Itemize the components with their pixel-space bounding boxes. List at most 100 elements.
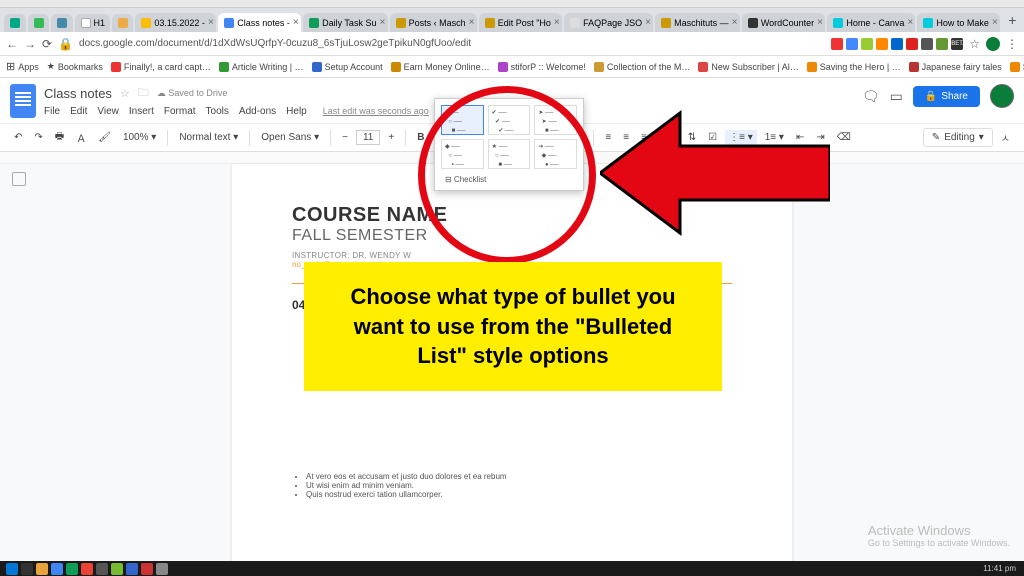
new-tab[interactable]: + xyxy=(1002,8,1022,32)
style-select[interactable]: Normal text ▾ xyxy=(175,130,242,145)
menu-format[interactable]: Format xyxy=(164,106,196,117)
tab[interactable]: WordCounter× xyxy=(742,13,826,32)
tab[interactable]: Daily Task Su× xyxy=(303,13,388,32)
checklist-option[interactable]: ⊟ Checklist xyxy=(441,175,577,184)
ext-icon[interactable]: BETA xyxy=(951,38,963,50)
tab[interactable]: H1 xyxy=(75,14,110,32)
move-icon[interactable]: 🗀 xyxy=(138,84,149,103)
outline-icon[interactable] xyxy=(12,172,26,186)
tab[interactable]: Posts ‹ Masch× xyxy=(390,13,477,32)
task-icon[interactable] xyxy=(111,563,123,575)
bullet-option-disc[interactable]: ● ── ○ ── ■ ── xyxy=(441,105,484,135)
ext-icon[interactable] xyxy=(906,38,918,50)
profile-icon[interactable] xyxy=(986,37,1000,51)
font-select[interactable]: Open Sans ▾ xyxy=(257,130,323,145)
bullet-option-star[interactable]: ★ ── ○ ── ■ ── xyxy=(488,139,531,169)
task-icon[interactable] xyxy=(96,563,108,575)
clear-format-icon[interactable]: ⌫ xyxy=(833,130,855,145)
annotation-arrow-icon xyxy=(600,108,830,238)
redo-icon[interactable]: ↷ xyxy=(30,130,46,145)
ext-icon[interactable] xyxy=(831,38,843,50)
collapse-icon[interactable]: ㅅ xyxy=(997,128,1014,147)
last-edit[interactable]: Last edit was seconds ago xyxy=(323,106,429,117)
bullet-option-check[interactable]: ✔ ── ✔ ── ✔ ── xyxy=(488,105,531,135)
forward-icon[interactable]: → xyxy=(24,37,36,51)
menu-tools[interactable]: Tools xyxy=(206,106,229,117)
bookmark[interactable]: Article Writing | … xyxy=(219,62,304,72)
bullet-list: At vero eos et accusam et justo duo dolo… xyxy=(292,472,732,499)
ext-icon[interactable] xyxy=(861,38,873,50)
menu-insert[interactable]: Insert xyxy=(129,106,154,117)
tab[interactable]: Maschituts —× xyxy=(655,13,740,32)
task-icon[interactable] xyxy=(81,563,93,575)
bookmark[interactable]: New Subscriber | Al… xyxy=(698,62,798,72)
menu-view[interactable]: View xyxy=(97,106,119,117)
zoom-select[interactable]: 100% ▾ xyxy=(119,130,160,145)
bookmark[interactable]: Earn Money Online… xyxy=(391,62,490,72)
start-icon[interactable] xyxy=(6,563,18,575)
task-icon[interactable] xyxy=(21,563,33,575)
menu-addons[interactable]: Add-ons xyxy=(239,106,276,117)
star-icon[interactable]: ☆ xyxy=(120,87,130,100)
tab-active[interactable]: Class notes -× xyxy=(218,13,301,32)
bookmark[interactable]: Setup Account xyxy=(312,62,383,72)
tab[interactable]: 03.15.2022 -× xyxy=(135,13,216,32)
comments-icon[interactable]: 🗨 xyxy=(862,88,880,105)
spellcheck-icon[interactable]: Ａ xyxy=(72,128,90,147)
tab[interactable]: Home - Canva× xyxy=(827,13,915,32)
bullet-option-diamond[interactable]: ◆ ── ○ ── ▪ ── xyxy=(441,139,484,169)
docs-logo-icon[interactable] xyxy=(10,84,36,118)
tab[interactable]: Edit Post "Ho× xyxy=(479,13,562,32)
bookmark[interactable]: Finally!, a card capt… xyxy=(111,62,211,72)
bookmark[interactable]: Japanese fairy tales xyxy=(909,62,1002,72)
size-minus[interactable]: − xyxy=(338,130,352,145)
task-icon[interactable] xyxy=(156,563,168,575)
bookmark[interactable]: Saving the Hero (a… xyxy=(1010,62,1024,72)
font-size[interactable]: 11 xyxy=(356,130,380,145)
bookmark[interactable]: stiforP :: Welcome! xyxy=(498,62,586,72)
task-icon[interactable] xyxy=(126,563,138,575)
tab[interactable]: FAQPage JSO× xyxy=(564,13,653,32)
ext-icon[interactable] xyxy=(921,38,933,50)
star-icon[interactable]: ☆ xyxy=(969,37,980,51)
tab[interactable] xyxy=(28,14,50,32)
avatar[interactable] xyxy=(990,84,1014,108)
task-icon[interactable] xyxy=(66,563,78,575)
document-title[interactable]: Class notes xyxy=(44,86,112,101)
ext-icon[interactable] xyxy=(876,38,888,50)
size-plus[interactable]: + xyxy=(384,130,398,145)
task-icon[interactable] xyxy=(51,563,63,575)
url-field[interactable]: docs.google.com/document/d/1dXdWsUQrfpY-… xyxy=(79,38,825,49)
tab[interactable] xyxy=(4,14,26,32)
tab[interactable]: How to Make× xyxy=(917,13,1000,32)
ext-icon[interactable] xyxy=(936,38,948,50)
task-icon[interactable] xyxy=(141,563,153,575)
bookmark[interactable]: ⊞Apps xyxy=(6,60,39,73)
ext-icon[interactable] xyxy=(891,38,903,50)
clock[interactable]: 11:41 pm xyxy=(983,564,1024,573)
menu-edit[interactable]: Edit xyxy=(70,106,87,117)
bold-icon[interactable]: B xyxy=(413,130,428,145)
tab[interactable] xyxy=(51,14,73,32)
share-button[interactable]: 🔒Share xyxy=(913,86,980,107)
bookmark[interactable]: Collection of the M… xyxy=(594,62,691,72)
reload-icon[interactable]: ⟳ xyxy=(42,37,52,51)
tab[interactable] xyxy=(112,14,134,32)
ext-icon[interactable] xyxy=(846,38,858,50)
bullet-option-arrow[interactable]: ➤ ── ➤ ── ■ ── xyxy=(534,105,577,135)
menu-help[interactable]: Help xyxy=(286,106,307,117)
present-icon[interactable]: ▭ xyxy=(890,88,903,105)
menu-file[interactable]: File xyxy=(44,106,60,117)
back-icon[interactable]: ← xyxy=(6,37,18,51)
print-icon[interactable]: 🖶 xyxy=(51,127,68,148)
bookmark[interactable]: ★ Bookmarks xyxy=(47,61,103,72)
bookmark[interactable]: Saving the Hero | … xyxy=(807,62,901,72)
menu-icon[interactable]: ⋮ xyxy=(1006,37,1018,51)
task-icon[interactable] xyxy=(36,563,48,575)
list-item: Ut wisi enim ad minim veniam. xyxy=(306,481,732,490)
paint-icon[interactable]: 🖌 xyxy=(94,130,115,145)
undo-icon[interactable]: ↶ xyxy=(10,130,26,145)
pencil-icon: ✎ xyxy=(932,132,940,143)
bullet-option-arrow2[interactable]: ➔ ── ◆ ── ● ── xyxy=(534,139,577,169)
editing-mode[interactable]: ✎Editing ▾ xyxy=(923,128,993,147)
